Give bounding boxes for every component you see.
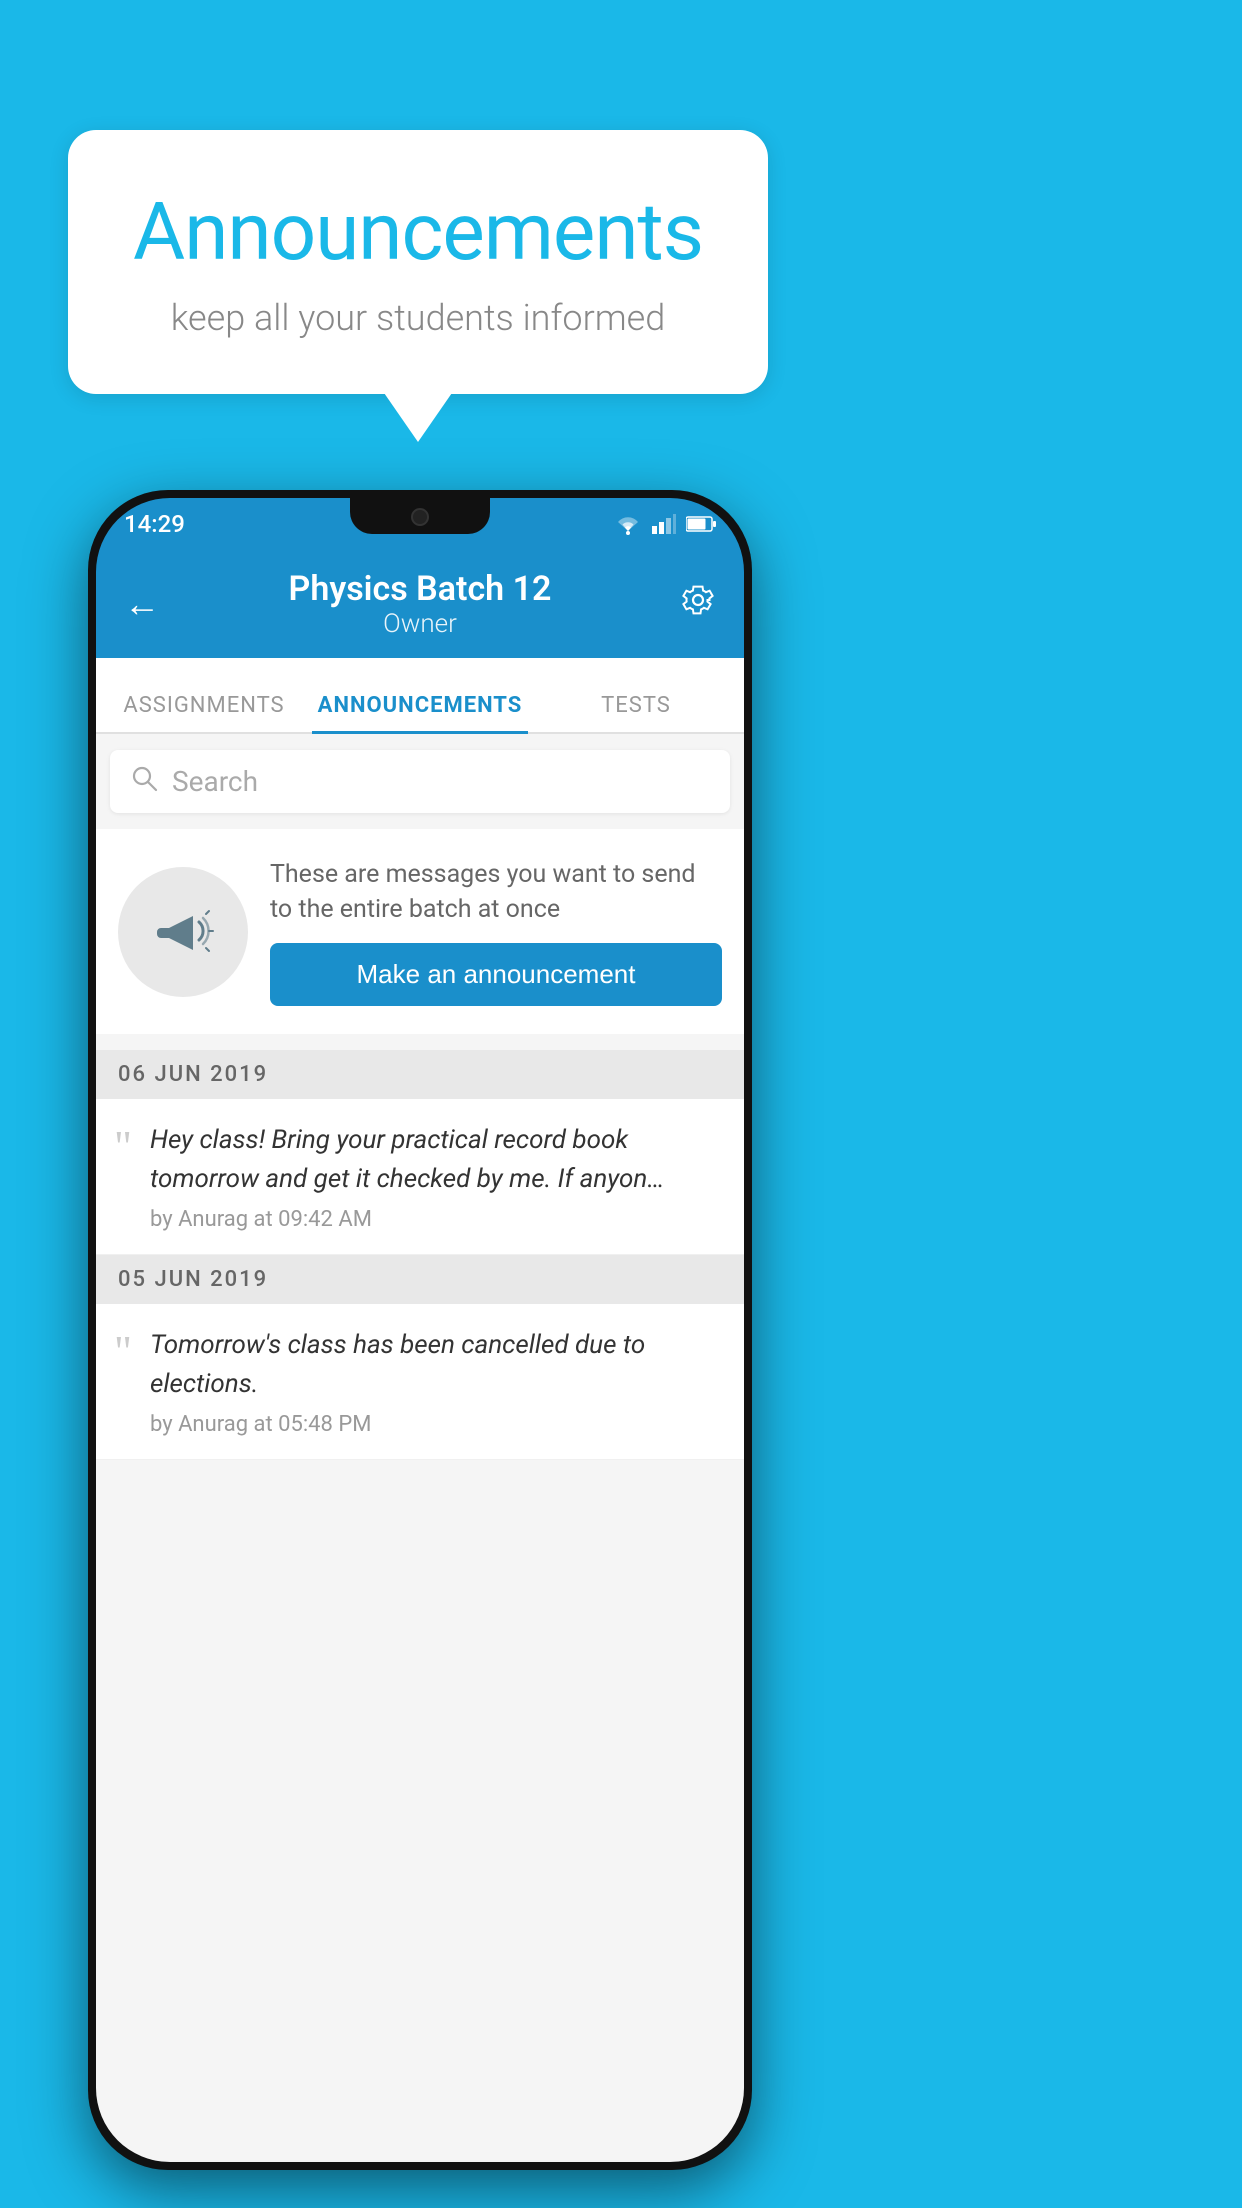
date-header-1: 06 JUN 2019: [96, 1050, 744, 1099]
wifi-icon: [614, 513, 642, 535]
app-bar-title-area: Physics Batch 12 Owner: [289, 569, 552, 639]
settings-button[interactable]: [680, 582, 716, 627]
announcement-meta-2: by Anurag at 05:48 PM: [150, 1412, 722, 1437]
tab-bar: ASSIGNMENTS ANNOUNCEMENTS TESTS: [96, 658, 744, 734]
announcement-text-2: Tomorrow's class has been cancelled due …: [150, 1326, 722, 1404]
back-button[interactable]: ←: [124, 583, 160, 625]
make-announcement-button[interactable]: Make an announcement: [270, 943, 722, 1006]
promo-description: These are messages you want to send to t…: [270, 857, 722, 927]
search-placeholder: Search: [172, 765, 258, 798]
quote-icon-2: ": [114, 1330, 132, 1374]
bubble-title: Announcements: [128, 185, 708, 279]
announcement-text-1: Hey class! Bring your practical record b…: [150, 1121, 722, 1199]
quote-icon-1: ": [114, 1125, 132, 1169]
content-area: Search: [96, 734, 744, 2162]
announcement-content-2: Tomorrow's class has been cancelled due …: [150, 1326, 722, 1437]
phone-inner: 14:29: [96, 498, 744, 2162]
announcement-meta-1: by Anurag at 09:42 AM: [150, 1207, 722, 1232]
signal-icon: [652, 514, 676, 534]
bubble-subtitle: keep all your students informed: [128, 297, 708, 339]
camera-dot: [411, 508, 429, 526]
app-bar-title: Physics Batch 12: [289, 569, 552, 609]
tab-assignments[interactable]: ASSIGNMENTS: [96, 693, 312, 732]
tab-tests[interactable]: TESTS: [528, 693, 744, 732]
speech-bubble-container: Announcements keep all your students inf…: [68, 130, 768, 394]
date-header-2: 05 JUN 2019: [96, 1255, 744, 1304]
battery-icon: [686, 516, 716, 532]
announcement-content-1: Hey class! Bring your practical record b…: [150, 1121, 722, 1232]
status-icons: [614, 513, 716, 535]
status-time: 14:29: [124, 510, 185, 538]
announcement-item-2[interactable]: " Tomorrow's class has been cancelled du…: [96, 1304, 744, 1460]
search-bar[interactable]: Search: [110, 750, 730, 813]
promo-card: These are messages you want to send to t…: [96, 829, 744, 1034]
announcement-item-1[interactable]: " Hey class! Bring your practical record…: [96, 1099, 744, 1255]
tab-announcements[interactable]: ANNOUNCEMENTS: [312, 693, 528, 732]
app-bar: ← Physics Batch 12 Owner: [96, 550, 744, 658]
announcement-icon-circle: [118, 867, 248, 997]
notch: [350, 498, 490, 534]
megaphone-icon: [151, 900, 215, 964]
promo-right: These are messages you want to send to t…: [270, 857, 722, 1006]
search-icon: [130, 764, 158, 799]
speech-bubble: Announcements keep all your students inf…: [68, 130, 768, 394]
phone-frame: 14:29: [88, 490, 752, 2170]
app-bar-subtitle: Owner: [289, 609, 552, 639]
